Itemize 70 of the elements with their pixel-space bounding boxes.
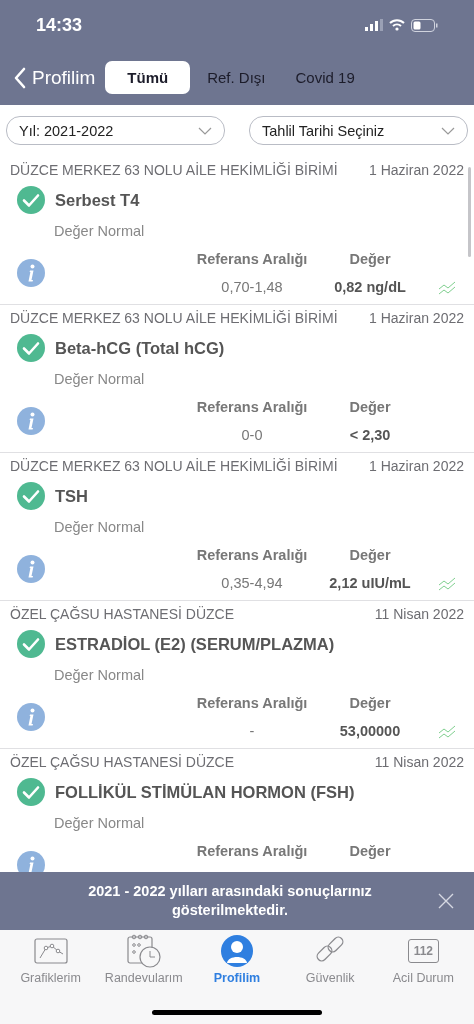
chevron-down-icon xyxy=(198,126,212,135)
institution-name: ÖZEL ÇAĞSU HASTANESİ DÜZCE xyxy=(10,606,235,622)
line-chart-icon xyxy=(33,938,68,964)
signal-icon xyxy=(365,19,383,31)
institution-name: ÖZEL ÇAĞSU HASTANESİ DÜZCE xyxy=(10,754,235,770)
info-icon[interactable] xyxy=(17,703,45,731)
close-button[interactable] xyxy=(438,893,454,909)
info-icon[interactable] xyxy=(17,259,45,287)
info-icon[interactable] xyxy=(17,851,45,872)
column-label: Referans Aralığı xyxy=(196,399,308,415)
clock-time: 14:33 xyxy=(36,14,83,36)
column-label: Değer xyxy=(349,843,391,859)
trend-chart-icon[interactable] xyxy=(438,723,456,739)
trend-chart-icon[interactable] xyxy=(438,575,456,591)
test-name: FOLLİKÜL STİMÜLAN HORMON (FSH) xyxy=(55,782,355,802)
column-label: Referans Aralığı xyxy=(196,695,308,711)
info-message: 2021 - 2022 yılları arasındaki sonuçlarınız gösterilmektedir. xyxy=(87,882,373,920)
column-label: Referans Aralığı xyxy=(196,251,308,267)
result-date: 11 Nisan 2022 xyxy=(374,606,464,622)
reference-range: 0,35-4,94 xyxy=(221,575,283,591)
column-label: Değer xyxy=(349,695,391,711)
chevron-down-icon xyxy=(441,126,455,135)
result-status: Değer Normal xyxy=(54,371,146,387)
reference-range: 0,70-1,48 xyxy=(221,279,283,295)
institution-name: DÜZCE MERKEZ 63 NOLU AİLE HEKİMLİĞİ BİRİMİ xyxy=(10,310,338,326)
result-value: 0,82 ng/dL xyxy=(334,279,406,295)
result-card[interactable]: DÜZCE MERKEZ 63 NOLU AİLE HEKİMLİĞİ BİRİMİ 1 Haziran 2022 Beta-hCG (Total hCG) Değer Normal Referans Aralığı Değer 0-0 < 2,30 xyxy=(0,305,474,453)
tab-bar-item[interactable]: Profilim xyxy=(191,934,282,985)
result-status: Değer Normal xyxy=(54,519,146,535)
filter-tab[interactable]: Covid 19 xyxy=(282,61,368,94)
column-label: Değer xyxy=(349,399,391,415)
result-value: < 2,30 xyxy=(349,427,391,443)
emergency-number-badge: 112 xyxy=(407,939,439,963)
result-status: Değer Normal xyxy=(54,223,146,239)
reference-range: 0-0 xyxy=(241,427,263,443)
result-date: 1 Haziran 2022 xyxy=(369,458,464,474)
test-name: ESTRADİOL (E2) (SERUM/PLAZMA) xyxy=(55,634,335,654)
back-button[interactable]: Profilim xyxy=(14,66,96,89)
test-name: Serbest T4 xyxy=(55,190,140,210)
dropdown-field[interactable]: Tahlil Tarihi Seçiniz xyxy=(249,116,468,145)
info-icon[interactable] xyxy=(17,407,45,435)
result-value: 53,00000 xyxy=(339,723,401,739)
filter-tab[interactable]: Ref. Dışı xyxy=(194,61,279,94)
result-value: 2,12 uIU/mL xyxy=(329,575,411,591)
dropdown-field[interactable]: Yıl: 2021-2022 xyxy=(6,116,225,145)
column-label: Değer xyxy=(349,251,391,267)
chevron-left-icon xyxy=(14,66,26,89)
institution-name: DÜZCE MERKEZ 63 NOLU AİLE HEKİMLİĞİ BİRİMİ xyxy=(10,458,338,474)
result-card[interactable]: DÜZCE MERKEZ 63 NOLU AİLE HEKİMLİĞİ BİRİMİ 1 Haziran 2022 TSH Değer Normal Referans Aralığı Değer 0,35-4,94 2,12 uIU/mL xyxy=(0,453,474,601)
test-name: Beta-hCG (Total hCG) xyxy=(55,338,225,358)
result-date: 1 Haziran 2022 xyxy=(369,310,464,326)
test-name: TSH xyxy=(55,486,88,506)
column-label: Değer xyxy=(349,547,391,563)
reference-range: - xyxy=(249,723,255,739)
column-label: Referans Aralığı xyxy=(196,547,308,563)
institution-name: DÜZCE MERKEZ 63 NOLU AİLE HEKİMLİĞİ BİRİMİ xyxy=(10,162,338,178)
filter-tab[interactable]: Tümü xyxy=(105,61,191,94)
result-status: Değer Normal xyxy=(54,815,146,831)
close-icon xyxy=(438,893,454,909)
trend-chart-icon[interactable] xyxy=(438,279,456,295)
result-date: 11 Nisan 2022 xyxy=(374,754,464,770)
result-card[interactable]: ÖZEL ÇAĞSU HASTANESİ DÜZCE 11 Nisan 2022 ESTRADİOL (E2) (SERUM/PLAZMA) Değer Normal Referans Aralığı Değer - 53,00000 xyxy=(0,601,474,749)
column-label: Referans Aralığı xyxy=(196,843,308,859)
result-date: 1 Haziran 2022 xyxy=(369,162,464,178)
info-icon[interactable] xyxy=(17,555,45,583)
user-icon xyxy=(219,934,254,968)
battery-icon xyxy=(411,18,438,32)
calendar-clock-icon xyxy=(126,934,161,968)
result-status: Değer Normal xyxy=(54,667,146,683)
wifi-icon xyxy=(389,19,405,31)
